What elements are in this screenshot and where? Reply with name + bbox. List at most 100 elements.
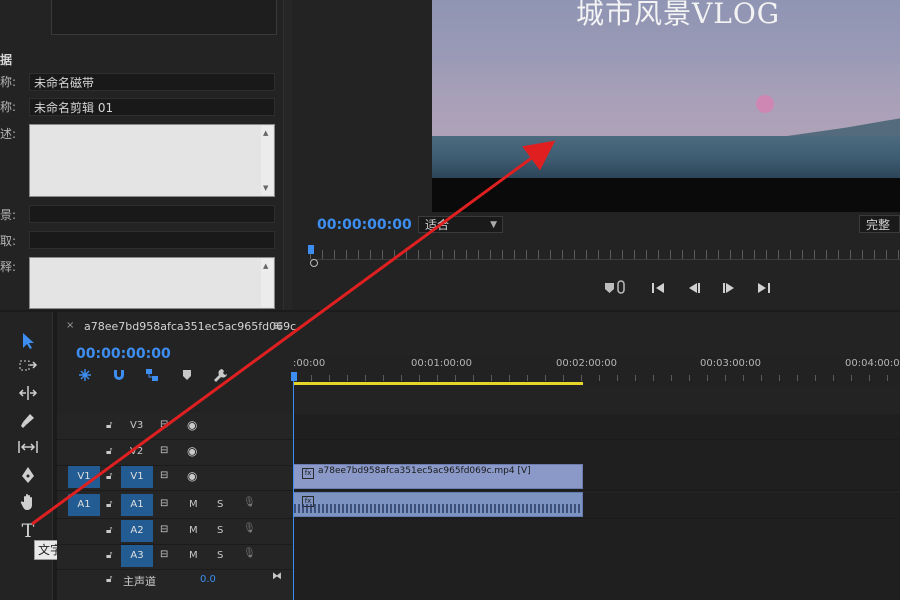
lock-icon[interactable]: 🔓︎ xyxy=(106,446,112,457)
microphone-icon[interactable]: 🎙︎ xyxy=(243,548,256,559)
snap-magnet-icon[interactable] xyxy=(112,368,126,386)
lock-icon[interactable]: 🔓︎ xyxy=(106,471,112,482)
razor-tool-icon[interactable] xyxy=(16,412,40,434)
lock-icon[interactable]: 🔓︎ xyxy=(106,525,112,536)
track-v3-area[interactable] xyxy=(293,414,900,439)
ruler-label: :00:00 xyxy=(293,358,326,369)
fit-select[interactable]: 适合 ▼ xyxy=(418,216,503,233)
note-textarea[interactable]: ▲ xyxy=(29,257,275,309)
step-back-frame-icon[interactable] xyxy=(650,280,666,300)
track-master-area[interactable] xyxy=(293,569,900,600)
marker-in-icon[interactable] xyxy=(604,280,626,300)
clip-name-field[interactable]: 未命名剪辑 01 xyxy=(29,98,275,116)
source-patch-v1[interactable]: V1 xyxy=(68,466,100,488)
scroll-up-icon[interactable]: ▲ xyxy=(263,129,268,137)
track-v2: 🔓︎ V2 ⊟ ◉ xyxy=(57,440,900,466)
eye-icon[interactable]: ◉ xyxy=(187,444,197,458)
video-sun xyxy=(756,95,774,113)
video-letterbox xyxy=(432,178,900,212)
track-a1-label[interactable]: A1 xyxy=(121,494,153,516)
lock-icon[interactable]: 🔓︎ xyxy=(106,420,112,431)
track-a3: 🔓︎ A3 ⊟ M S 🎙︎ xyxy=(57,544,900,570)
hand-tool-icon[interactable] xyxy=(16,493,40,515)
step-forward-icon[interactable] xyxy=(756,280,772,300)
work-area-bar[interactable] xyxy=(293,382,583,385)
solo-button[interactable]: S xyxy=(217,550,223,561)
video-clip[interactable]: fx a78ee7bd958afca351ec5ac965fd069c.mp4 … xyxy=(293,464,583,489)
sequence-tab[interactable]: a78ee7bd958afca351ec5ac965fd069c xyxy=(84,320,296,333)
sync-lock-icon[interactable]: ⊟ xyxy=(160,445,168,456)
track-a2: 🔓︎ A2 ⊟ M S 🎙︎ xyxy=(57,519,900,545)
solo-button[interactable]: S xyxy=(217,525,223,536)
sync-lock-icon[interactable]: ⊟ xyxy=(160,470,168,481)
slip-tool-icon[interactable] xyxy=(16,439,40,461)
fit-select-value: 适合 xyxy=(425,218,450,232)
tape-name-field[interactable]: 未命名磁带 xyxy=(29,73,275,91)
note-scrollbar[interactable]: ▲ xyxy=(261,259,273,307)
description-scrollbar[interactable]: ▲ ▼ xyxy=(261,126,273,195)
master-volume-value[interactable]: 0.0 xyxy=(200,574,216,585)
track-v2-area[interactable] xyxy=(293,440,900,465)
scene-field[interactable] xyxy=(29,205,275,223)
eye-icon[interactable]: ◉ xyxy=(187,418,197,432)
monitor-playhead[interactable] xyxy=(308,245,314,254)
quality-select[interactable]: 完整 xyxy=(859,215,900,233)
track-a3-area[interactable] xyxy=(293,544,900,569)
description-textarea[interactable]: ▲ ▼ xyxy=(29,124,275,197)
scroll-up-icon[interactable]: ▲ xyxy=(263,262,268,270)
add-marker-icon[interactable] xyxy=(181,368,193,386)
microphone-icon[interactable]: 🎙︎ xyxy=(243,497,256,508)
tab-menu-icon[interactable]: ≡ xyxy=(272,318,284,334)
video-preview[interactable]: 城市风景VLOG xyxy=(432,0,900,212)
sync-lock-icon[interactable]: ⊟ xyxy=(160,498,168,509)
linked-selection-icon[interactable] xyxy=(145,368,159,386)
play-forward-icon[interactable] xyxy=(721,280,737,300)
nest-sequence-icon[interactable] xyxy=(78,368,92,386)
mute-button[interactable]: M xyxy=(189,499,198,510)
scroll-down-icon[interactable]: ▼ xyxy=(263,184,268,192)
track-select-tool-icon[interactable] xyxy=(16,358,40,380)
monitor-ruler-line xyxy=(310,259,900,260)
audio-clip[interactable]: fx xyxy=(293,492,583,517)
sync-lock-icon[interactable]: ⊟ xyxy=(160,419,168,430)
mute-button[interactable]: M xyxy=(189,525,198,536)
mute-button[interactable]: M xyxy=(189,550,198,561)
timeline-playhead[interactable] xyxy=(291,372,297,381)
pen-tool-icon[interactable] xyxy=(16,466,40,488)
track-a3-label[interactable]: A3 xyxy=(121,545,153,567)
metadata-textarea-top[interactable] xyxy=(51,0,277,35)
note-label: 释: xyxy=(0,260,17,274)
metadata-panel-scrollbar[interactable] xyxy=(283,0,292,310)
type-tool-icon[interactable]: T xyxy=(16,520,40,542)
video-sea xyxy=(432,136,900,178)
timeline-playhead-line xyxy=(293,378,294,600)
source-patch-a1[interactable]: A1 xyxy=(68,494,100,516)
go-to-end-icon[interactable]: ⧓ xyxy=(272,571,282,582)
lock-icon[interactable]: 🔓︎ xyxy=(106,574,112,585)
track-v1-label[interactable]: V1 xyxy=(121,466,153,488)
sync-lock-icon[interactable]: ⊟ xyxy=(160,524,168,535)
solo-button[interactable]: S xyxy=(217,499,223,510)
monitor-timecode[interactable]: 00:00:00:00 xyxy=(317,217,412,233)
close-tab-icon[interactable]: × xyxy=(66,320,74,331)
eye-icon[interactable]: ◉ xyxy=(187,469,197,483)
play-back-icon[interactable] xyxy=(686,280,702,300)
selection-tool-icon[interactable] xyxy=(16,332,40,354)
ruler-label: 00:01:00:00 xyxy=(411,358,473,369)
microphone-icon[interactable]: 🎙︎ xyxy=(243,523,256,534)
ripple-edit-tool-icon[interactable] xyxy=(16,385,40,407)
ruler-ticks xyxy=(293,375,900,381)
fx-badge: fx xyxy=(302,468,314,479)
clip-name-label: 称: xyxy=(0,100,17,114)
ruler-label: 00:02:00:00 xyxy=(556,358,618,369)
track-a2-label[interactable]: A2 xyxy=(121,520,153,542)
timeline-timecode[interactable]: 00:00:00:00 xyxy=(76,346,171,362)
sync-lock-icon[interactable]: ⊟ xyxy=(160,549,168,560)
description-label: 述: xyxy=(0,127,17,141)
wrench-settings-icon[interactable] xyxy=(213,368,228,387)
track-a2-area[interactable] xyxy=(293,519,900,544)
lock-icon[interactable]: 🔓︎ xyxy=(106,550,112,561)
take-field[interactable] xyxy=(29,231,275,249)
monitor-zoom-handle[interactable] xyxy=(310,259,318,267)
lock-icon[interactable]: 🔓︎ xyxy=(106,499,112,510)
